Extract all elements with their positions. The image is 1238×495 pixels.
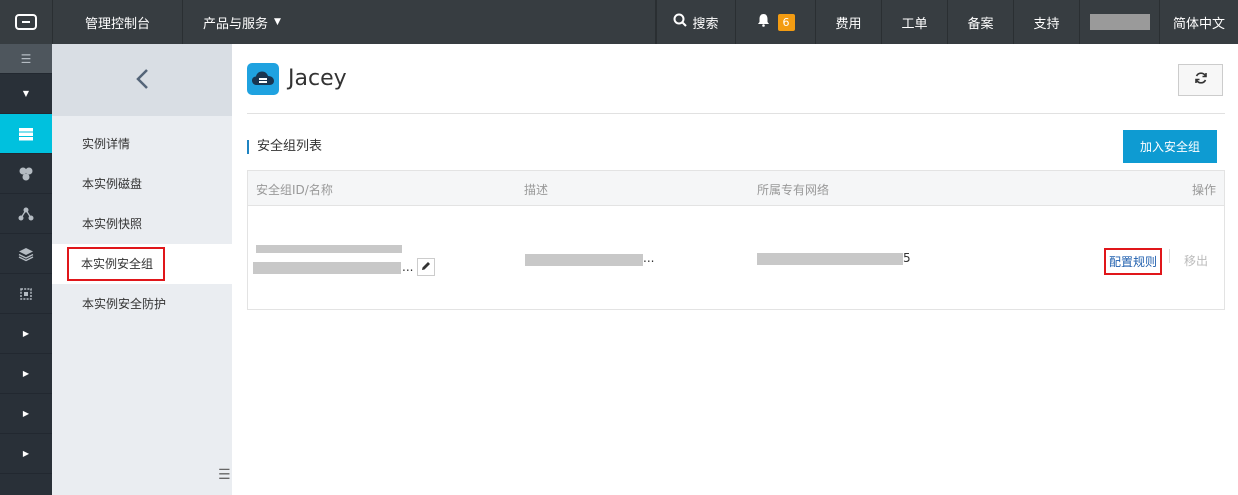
language-switch[interactable]: 简体中文	[1160, 0, 1238, 44]
caret-right-icon[interactable]: ▶	[0, 354, 52, 394]
icon-sidebar: ☰ ▼ ▶ ▶ ▶ ▶	[0, 44, 52, 495]
table-row: ... ... 5 配置规则 移出	[248, 206, 1224, 309]
name-ellipsis: ...	[402, 260, 414, 274]
chevron-left-icon	[135, 64, 149, 97]
add-security-group-button[interactable]: 加入安全组	[1123, 130, 1217, 163]
collapse-sidebar-icon[interactable]: ☰	[218, 467, 234, 487]
action-divider	[1169, 249, 1170, 263]
section-title: 安全组列表	[247, 140, 322, 154]
notifications-button[interactable]: 6	[736, 0, 816, 44]
vpc-id-suffix: 5	[903, 251, 911, 265]
column-header-vpc: 所属专有网络	[757, 183, 830, 197]
caret-right-icon[interactable]: ▶	[0, 394, 52, 434]
topbar-spacer	[298, 0, 656, 44]
bell-icon	[757, 13, 770, 31]
redacted-username	[1089, 14, 1150, 30]
refresh-button[interactable]	[1178, 64, 1223, 96]
fee-link[interactable]: 费用	[816, 0, 882, 44]
search-button[interactable]: 搜索	[656, 0, 736, 44]
column-header-description: 描述	[524, 183, 549, 197]
user-account-menu[interactable]	[1080, 0, 1160, 44]
main-content: Jacey 安全组列表 加入安全组 安全组ID/名称 描述 所属专有网络 操作 …	[247, 44, 1225, 495]
page-title: Jacey	[288, 66, 347, 91]
redacted-vpc-id	[757, 253, 903, 265]
column-header-actions: 操作	[1191, 183, 1216, 197]
configure-rules-link[interactable]: 配置规则	[1104, 248, 1163, 275]
caret-down-icon: ▼	[274, 17, 281, 27]
search-icon	[673, 13, 688, 31]
layers-icon[interactable]	[0, 234, 52, 274]
aliyun-logo-icon[interactable]	[0, 0, 53, 44]
redacted-security-group-name	[253, 262, 401, 274]
table-header: 安全组ID/名称 描述 所属专有网络 操作	[248, 171, 1224, 206]
pencil-icon	[421, 261, 431, 274]
edit-name-button[interactable]	[417, 258, 435, 276]
cluster-icon[interactable]	[0, 154, 52, 194]
notification-count-badge: 6	[777, 13, 795, 31]
chip-icon[interactable]	[0, 274, 52, 314]
ecs-cloud-icon	[247, 62, 279, 95]
page-header: Jacey	[247, 44, 1225, 114]
refresh-icon	[1194, 71, 1208, 89]
ticket-link[interactable]: 工单	[882, 0, 948, 44]
subnav-item-security-protection[interactable]: 本实例安全防护	[52, 284, 232, 324]
subnav-item-disks[interactable]: 本实例磁盘	[52, 164, 232, 204]
server-icon[interactable]	[0, 114, 52, 154]
caret-right-icon[interactable]: ▶	[0, 314, 52, 354]
caret-right-icon[interactable]: ▶	[0, 434, 52, 474]
instance-subnav: 实例详情 本实例磁盘 本实例快照 本实例安全组 本实例安全防护 ☰	[52, 44, 232, 495]
column-header-id-name: 安全组ID/名称	[256, 183, 333, 197]
description-ellipsis: ...	[643, 251, 655, 265]
remove-link[interactable]: 移出	[1184, 252, 1208, 269]
subnav-item-security-groups[interactable]: 本实例安全组	[52, 244, 232, 284]
console-link[interactable]: 管理控制台	[53, 0, 183, 44]
security-group-table: 安全组ID/名称 描述 所属专有网络 操作 ... ... 5 配置规则 移出	[247, 170, 1225, 310]
redacted-security-group-id	[256, 245, 402, 253]
menu-icon[interactable]: ☰	[0, 44, 52, 74]
support-link[interactable]: 支持	[1014, 0, 1080, 44]
subnav-item-instance-details[interactable]: 实例详情	[52, 124, 232, 164]
search-label: 搜索	[692, 16, 719, 32]
subnav-item-security-groups-label: 本实例安全组	[67, 247, 166, 281]
network-icon[interactable]	[0, 194, 52, 234]
products-label: 产品与服务	[203, 16, 269, 32]
back-button[interactable]	[52, 44, 232, 116]
caret-down-icon[interactable]: ▼	[0, 74, 52, 114]
products-menu[interactable]: 产品与服务 ▼	[183, 0, 298, 44]
subnav-item-snapshots[interactable]: 本实例快照	[52, 204, 232, 244]
redacted-description	[525, 254, 643, 266]
beian-link[interactable]: 备案	[948, 0, 1014, 44]
security-group-section-header: 安全组列表 加入安全组	[247, 114, 1225, 176]
top-navbar: 管理控制台 产品与服务 ▼ 搜索 6 费用 工单 备案 支持 简体中文	[0, 0, 1238, 44]
